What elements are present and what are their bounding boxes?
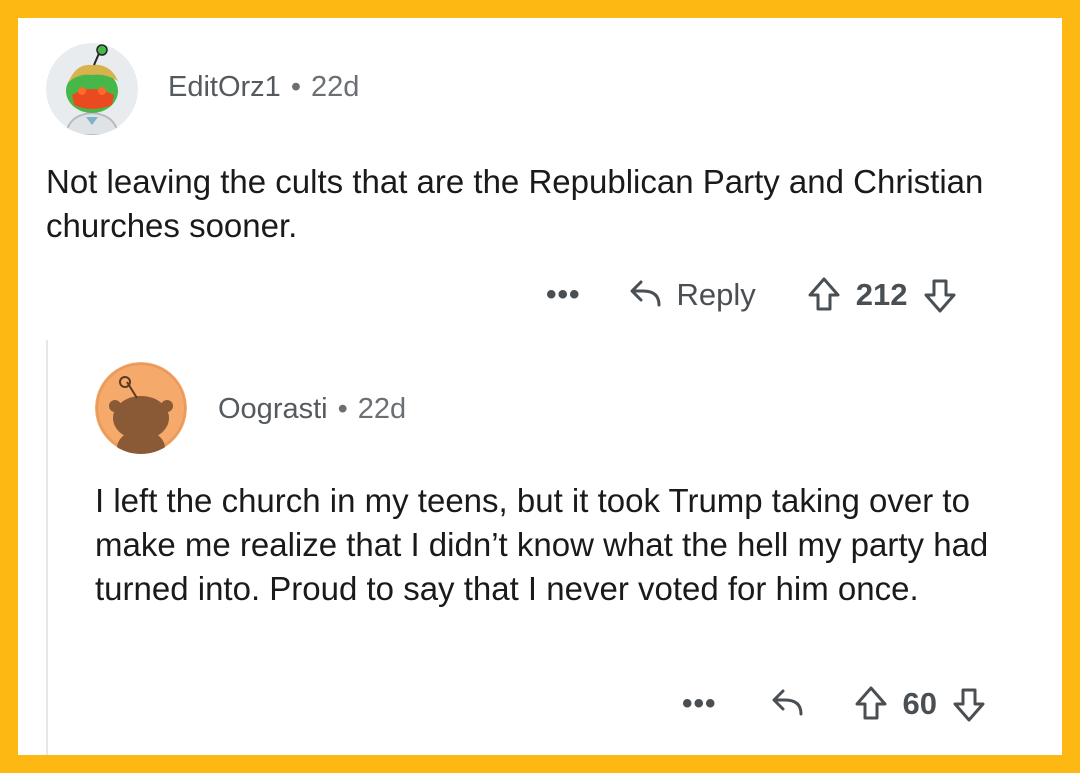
snoo-avatar-green-icon	[46, 43, 138, 135]
reply-button[interactable]: Reply	[625, 275, 756, 315]
username[interactable]: EditOrz1	[168, 71, 281, 103]
comment-body: Not leaving the cults that are the Repub…	[46, 163, 984, 244]
reply-arrow-icon	[772, 689, 803, 716]
username[interactable]: Oograsti	[218, 393, 328, 425]
timestamp: 22d	[357, 393, 407, 425]
reply-label: Reply	[676, 277, 756, 312]
separator-dot: •	[337, 393, 348, 425]
reply-arrow-icon	[630, 280, 661, 307]
avatar[interactable]	[46, 43, 138, 135]
downvote-button[interactable]	[951, 684, 987, 724]
reply-button[interactable]	[767, 684, 807, 724]
comment-card: EditOrz1 • 22d Not leaving the cults that …	[18, 18, 1062, 755]
separator-dot: •	[290, 71, 301, 103]
comment-actions: ••• 60	[682, 682, 987, 726]
snoo-avatar-default-icon	[95, 362, 187, 454]
upvote-arrow-icon	[808, 277, 840, 311]
thread-line[interactable]	[46, 340, 48, 755]
more-options-button[interactable]: •••	[546, 278, 581, 312]
comment-actions: ••• Reply 212	[546, 273, 958, 317]
vote-score: 212	[855, 277, 908, 312]
upvote-button[interactable]	[853, 684, 889, 724]
comment-body: I left the church in my teens, but it to…	[95, 482, 989, 607]
upvote-arrow-icon	[855, 686, 887, 720]
timestamp: 22d	[310, 71, 360, 103]
downvote-arrow-icon	[953, 688, 985, 722]
downvote-button[interactable]	[922, 275, 958, 315]
vote-score: 60	[902, 686, 937, 721]
downvote-arrow-icon	[924, 279, 956, 313]
upvote-button[interactable]	[806, 275, 842, 315]
comment-meta: EditOrz1 • 22d	[168, 71, 359, 104]
comment-meta: Oograsti • 22d	[218, 393, 406, 426]
more-options-button[interactable]: •••	[682, 687, 717, 721]
avatar[interactable]	[95, 362, 187, 454]
